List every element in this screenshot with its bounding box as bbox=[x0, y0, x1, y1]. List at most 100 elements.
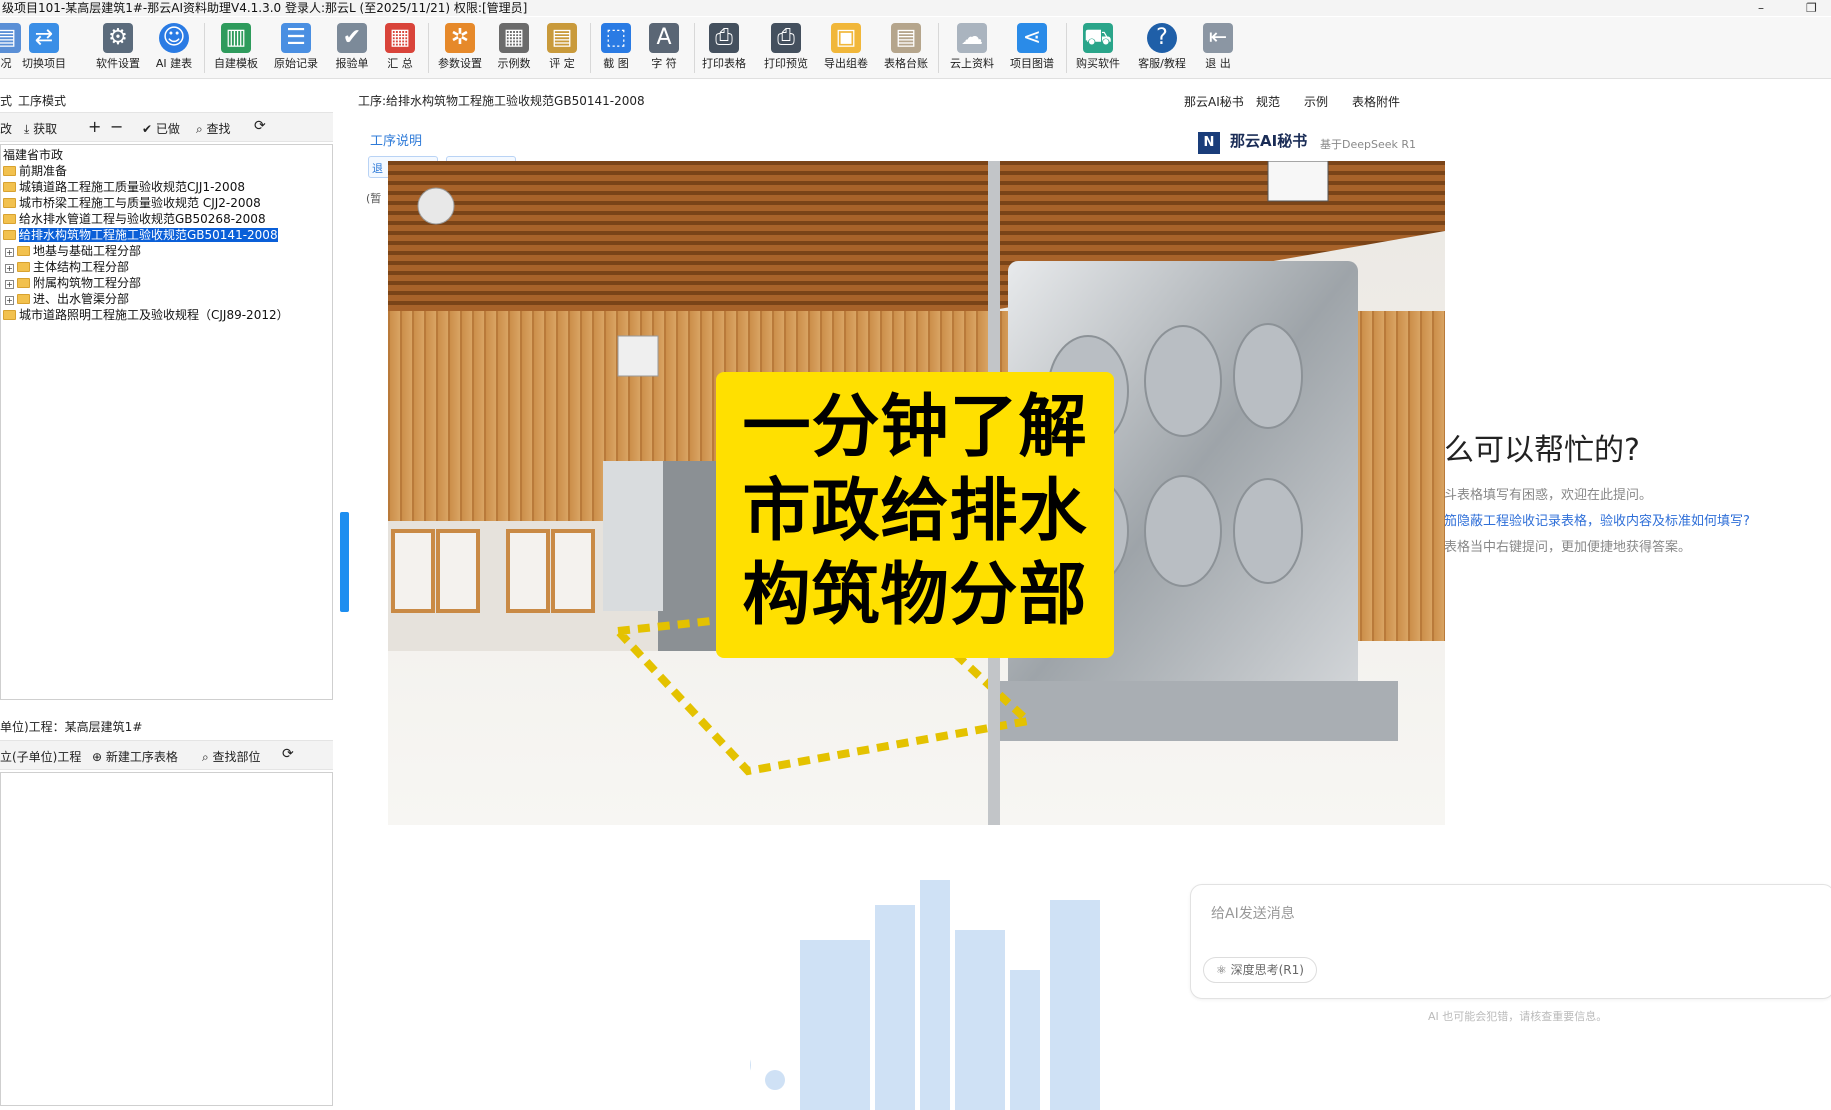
software-settings-button[interactable]: ⚙ 软件设置 bbox=[88, 19, 148, 77]
ai-icon: ☺ bbox=[159, 23, 189, 53]
find-location-button[interactable]: ⌕ 查找部位 bbox=[202, 748, 261, 765]
search-icon: ⌕ bbox=[196, 122, 207, 136]
switch-arrows-icon: ⇄ bbox=[29, 23, 59, 53]
fetch-button[interactable]: ⤓ 获取 bbox=[24, 120, 57, 137]
video-caption: 一分钟了解 市政给排水 构筑物分部 bbox=[716, 372, 1114, 658]
evaluate-button[interactable]: ▤ 评 定 bbox=[532, 19, 592, 77]
ai-hint-line: 斗表格填写有困惑，欢迎在此提问。 bbox=[1444, 488, 1653, 503]
deep-think-toggle[interactable]: ⚛ 深度思考(R1) bbox=[1203, 957, 1317, 983]
tree-node[interactable]: 城镇道路工程施工质量验收规范CJJ1-2008 bbox=[3, 179, 245, 195]
table-ledger-button[interactable]: ▤ 表格台账 bbox=[876, 19, 936, 77]
cart-icon: ⛟ bbox=[1083, 23, 1113, 53]
process-description-link[interactable]: 工序说明 bbox=[370, 130, 422, 149]
summary-button[interactable]: ▦ 汇 总 bbox=[370, 19, 430, 77]
tree-node[interactable]: + 主体结构工程分部 bbox=[5, 259, 129, 275]
tree-node[interactable]: + 进、出水管渠分部 bbox=[5, 291, 129, 307]
add-button[interactable]: + bbox=[88, 117, 101, 136]
expand-icon[interactable]: + bbox=[5, 280, 14, 289]
ai-title: 那云AI秘书 bbox=[1230, 132, 1308, 150]
folder-icon bbox=[3, 230, 16, 240]
tree-node[interactable]: 城市桥梁工程施工与质量验收规范 CJJ2-2008 bbox=[3, 195, 261, 211]
new-process-table-button[interactable]: ⊕ 新建工序表格 bbox=[92, 748, 178, 765]
folder-icon bbox=[17, 278, 30, 288]
printer-icon: ⎙ bbox=[709, 23, 739, 53]
gears-icon: ✲ bbox=[445, 23, 475, 53]
cloud-data-button[interactable]: ☁ 云上资料 bbox=[942, 19, 1002, 77]
exit-button[interactable]: ⇤ 退 出 bbox=[1188, 19, 1248, 77]
tab-attachments[interactable]: 表格附件 bbox=[1352, 93, 1400, 110]
toolbar-separator bbox=[204, 23, 205, 73]
check-icon: ✔ bbox=[142, 122, 156, 136]
share-graph-icon: ⋖ bbox=[1017, 23, 1047, 53]
toolbar-separator bbox=[1066, 23, 1067, 73]
left-panel: 式 工序模式 改 ⤓ 获取 + − ✔ 已做 ⌕ 查找 ⟳ 福建省市政 前期准备… bbox=[0, 80, 333, 1106]
tree-node[interactable]: + 附属构筑物工程分部 bbox=[5, 275, 141, 291]
tree-toolbar: 改 ⤓ 获取 + − ✔ 已做 ⌕ 查找 ⟳ bbox=[0, 112, 333, 142]
ai-disclaimer: AI 也可能会犯错，请核查重要信息。 bbox=[1428, 1010, 1608, 1023]
tree-node[interactable]: 前期准备 bbox=[3, 163, 67, 179]
clipboard-icon: ▤ bbox=[547, 23, 577, 53]
tree-node-selected[interactable]: 给排水构筑物工程施工验收规范GB50141-2008 bbox=[3, 227, 278, 243]
tree-node[interactable]: 给水排水管道工程与验收规范GB50268-2008 bbox=[3, 211, 266, 227]
ai-message-box[interactable]: 给AI发送消息 ⚛ 深度思考(R1) bbox=[1190, 884, 1831, 999]
folder-icon bbox=[17, 294, 30, 304]
help-icon: ? bbox=[1147, 23, 1177, 53]
export-volume-button[interactable]: ▣ 导出组卷 bbox=[816, 19, 876, 77]
support-tutorial-button[interactable]: ? 客服/教程 bbox=[1132, 19, 1192, 77]
param-settings-button[interactable]: ✲ 参数设置 bbox=[430, 19, 490, 77]
tab-process-mode[interactable]: 工序模式 bbox=[18, 92, 66, 109]
window-title-bar: 级项目101-某高层建筑1#-那云AI资料助理V4.1.3.0 登录人:那云L … bbox=[0, 0, 1831, 16]
tree-node[interactable]: + 地基与基础工程分部 bbox=[5, 243, 141, 259]
caption-line: 一分钟了解 bbox=[742, 388, 1088, 467]
find-button[interactable]: ⌕ 查找 bbox=[196, 120, 231, 137]
panel-splitter[interactable] bbox=[340, 512, 349, 612]
character-button[interactable]: A 字 符 bbox=[634, 19, 694, 77]
search-icon: ⌕ bbox=[202, 750, 213, 764]
minimize-button[interactable]: – bbox=[1758, 0, 1764, 16]
hint-fragment: (暂 bbox=[366, 192, 382, 205]
ai-logo-icon: N bbox=[1198, 132, 1220, 154]
restore-button[interactable]: ❐ bbox=[1806, 0, 1817, 16]
ai-sample-question-link[interactable]: 笳隐蔽工程验收记录表格，验收内容及标准如何填写? bbox=[1444, 510, 1750, 529]
unit-toolbar: 立(子单位)工程 ⊕ 新建工序表格 ⌕ 查找部位 ⟳ bbox=[0, 740, 333, 770]
screenshot-icon: ⬚ bbox=[601, 23, 631, 53]
expand-icon[interactable]: + bbox=[5, 296, 14, 305]
edit-button[interactable]: 改 bbox=[0, 120, 12, 137]
refresh-button[interactable]: ⟳ bbox=[282, 746, 294, 762]
expand-icon[interactable]: + bbox=[5, 248, 14, 257]
project-graph-button[interactable]: ⋖ 项目图谱 bbox=[1002, 19, 1062, 77]
folder-icon bbox=[3, 182, 16, 192]
folder-icon bbox=[17, 246, 30, 256]
calculator-icon: ▦ bbox=[499, 23, 529, 53]
refresh-button[interactable]: ⟳ bbox=[254, 118, 266, 134]
buy-software-button[interactable]: ⛟ 购买软件 bbox=[1068, 19, 1128, 77]
tab-examples[interactable]: 示例 bbox=[1304, 93, 1328, 110]
toolbar-separator bbox=[428, 23, 429, 73]
remove-button[interactable]: − bbox=[110, 117, 123, 136]
print-preview-button[interactable]: ⎙ 打印预览 bbox=[756, 19, 816, 77]
create-subunit-button[interactable]: 立(子单位)工程 bbox=[0, 748, 81, 765]
ai-build-table-button[interactable]: ☺ AI 建表 bbox=[144, 19, 204, 77]
checklist-icon: ✔ bbox=[337, 23, 367, 53]
tab-specs[interactable]: 规范 bbox=[1256, 93, 1280, 110]
export-box-icon: ▣ bbox=[831, 23, 861, 53]
print-table-button[interactable]: ⎙ 打印表格 bbox=[694, 19, 754, 77]
raw-record-button[interactable]: ☰ 原始记录 bbox=[266, 19, 326, 77]
folder-icon bbox=[17, 262, 30, 272]
ai-message-input[interactable]: 给AI发送消息 bbox=[1211, 903, 1295, 923]
character-icon: A bbox=[649, 23, 679, 53]
tree-node[interactable]: 城市道路照明工程施工及验收规程（CJJ89-2012） bbox=[3, 307, 289, 323]
expand-icon[interactable]: + bbox=[5, 264, 14, 273]
ledger-icon: ▤ bbox=[891, 23, 921, 53]
tree-node-root[interactable]: 福建省市政 bbox=[3, 147, 63, 163]
ai-greeting: 么可以帮忙的? bbox=[1444, 433, 1640, 468]
print-preview-icon: ⎙ bbox=[771, 23, 801, 53]
summary-icon: ▦ bbox=[385, 23, 415, 53]
city-skyline-illustration bbox=[750, 880, 1100, 1110]
tab-ai-secretary[interactable]: 那云AI秘书 bbox=[1184, 93, 1244, 110]
tab-mode-partial[interactable]: 式 bbox=[0, 92, 12, 109]
list-icon: ☰ bbox=[281, 23, 311, 53]
switch-project-button[interactable]: ⇄ 切换项目 bbox=[14, 19, 74, 77]
done-button[interactable]: ✔ 已做 bbox=[142, 120, 180, 137]
custom-template-button[interactable]: ▥ 自建模板 bbox=[206, 19, 266, 77]
